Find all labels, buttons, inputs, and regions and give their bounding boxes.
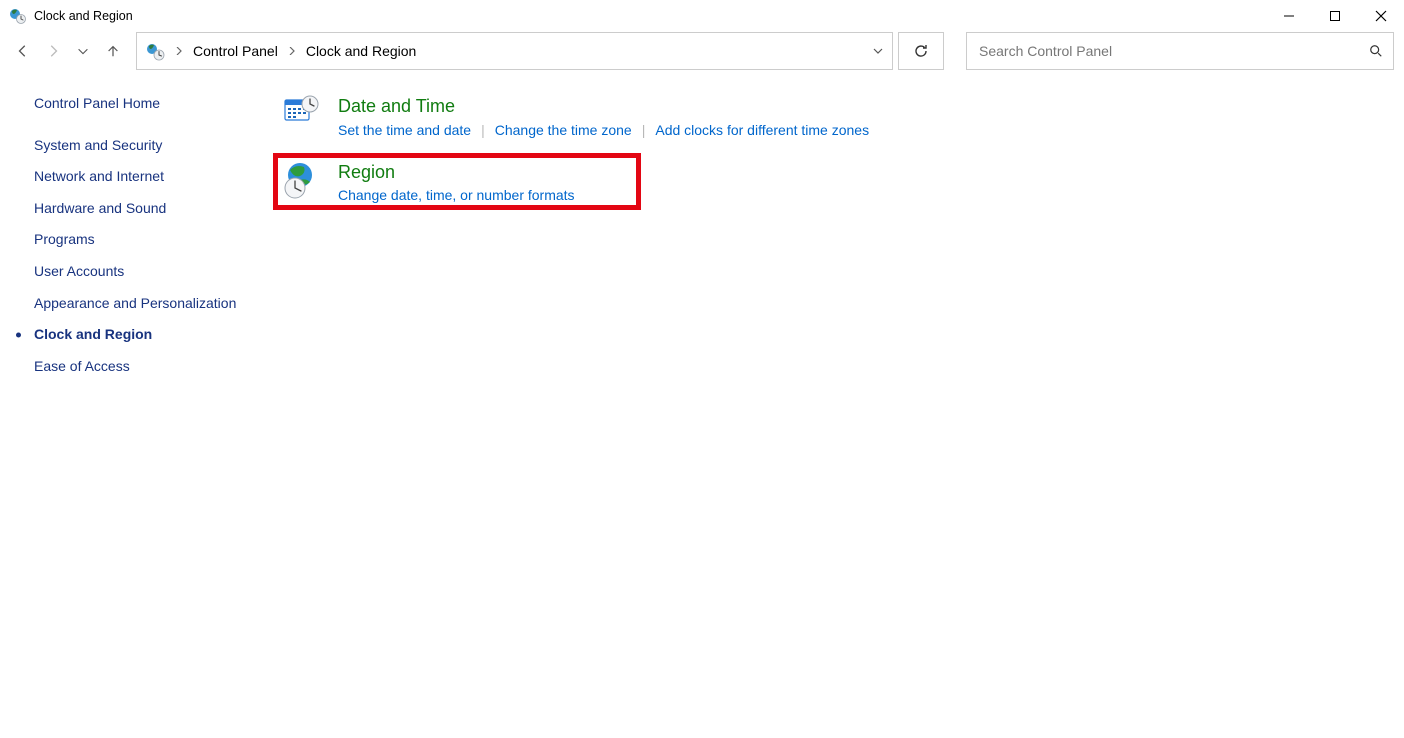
- refresh-button[interactable]: [898, 32, 944, 70]
- recent-locations-button[interactable]: [70, 35, 96, 67]
- globe-clock-icon: [282, 160, 322, 200]
- sidebar-item-hardware-sound[interactable]: Hardware and Sound: [24, 195, 240, 223]
- main-panel: Date and Time Set the time and date | Ch…: [256, 90, 1404, 384]
- sidebar-home[interactable]: Control Panel Home: [24, 90, 240, 118]
- navigation-row: Control Panel Clock and Region: [0, 32, 1404, 76]
- address-bar[interactable]: Control Panel Clock and Region: [136, 32, 893, 70]
- sidebar-item-programs[interactable]: Programs: [24, 226, 240, 254]
- search-icon[interactable]: [1369, 44, 1383, 58]
- category-date-time: Date and Time Set the time and date | Ch…: [276, 90, 1404, 142]
- category-title-date-time[interactable]: Date and Time: [338, 96, 869, 118]
- nav-buttons: [10, 35, 126, 67]
- control-panel-icon: [145, 41, 165, 61]
- task-change-formats[interactable]: Change date, time, or number formats: [338, 187, 575, 203]
- task-set-time-date[interactable]: Set the time and date: [338, 122, 471, 138]
- breadcrumb-control-panel[interactable]: Control Panel: [187, 33, 284, 69]
- clock-region-icon: [10, 8, 26, 24]
- calendar-clock-icon: [282, 94, 322, 134]
- task-row: Change date, time, or number formats: [338, 187, 575, 203]
- window-titlebar: Clock and Region: [0, 0, 1404, 32]
- task-add-clocks[interactable]: Add clocks for different time zones: [655, 122, 869, 138]
- sidebar-item-ease-access[interactable]: Ease of Access: [24, 353, 240, 381]
- category-body: Region Change date, time, or number form…: [338, 160, 575, 204]
- category-region: Region Change date, time, or number form…: [276, 156, 638, 208]
- sidebar: Control Panel Home System and Security N…: [0, 90, 256, 384]
- content-area: Control Panel Home System and Security N…: [0, 76, 1404, 384]
- maximize-button[interactable]: [1312, 0, 1358, 32]
- close-button[interactable]: [1358, 0, 1404, 32]
- chevron-right-icon[interactable]: [171, 33, 187, 69]
- sidebar-item-user-accounts[interactable]: User Accounts: [24, 258, 240, 286]
- search-box[interactable]: [966, 32, 1394, 70]
- sidebar-item-appearance[interactable]: Appearance and Personalization: [24, 290, 240, 318]
- sidebar-item-clock-region[interactable]: Clock and Region: [24, 321, 240, 349]
- category-title-region[interactable]: Region: [338, 162, 575, 184]
- task-row: Set the time and date | Change the time …: [338, 122, 869, 138]
- window-controls: [1266, 0, 1404, 32]
- chevron-right-icon[interactable]: [284, 33, 300, 69]
- back-button[interactable]: [10, 35, 36, 67]
- task-separator: |: [642, 122, 646, 138]
- breadcrumb-clock-region[interactable]: Clock and Region: [300, 33, 423, 69]
- sidebar-item-network-internet[interactable]: Network and Internet: [24, 163, 240, 191]
- category-body: Date and Time Set the time and date | Ch…: [338, 94, 869, 138]
- sidebar-item-system-security[interactable]: System and Security: [24, 132, 240, 160]
- up-button[interactable]: [100, 35, 126, 67]
- minimize-button[interactable]: [1266, 0, 1312, 32]
- search-input[interactable]: [977, 42, 1369, 60]
- task-separator: |: [481, 122, 485, 138]
- forward-button[interactable]: [40, 35, 66, 67]
- window-title: Clock and Region: [34, 9, 133, 23]
- task-change-time-zone[interactable]: Change the time zone: [495, 122, 632, 138]
- address-dropdown-button[interactable]: [864, 33, 892, 69]
